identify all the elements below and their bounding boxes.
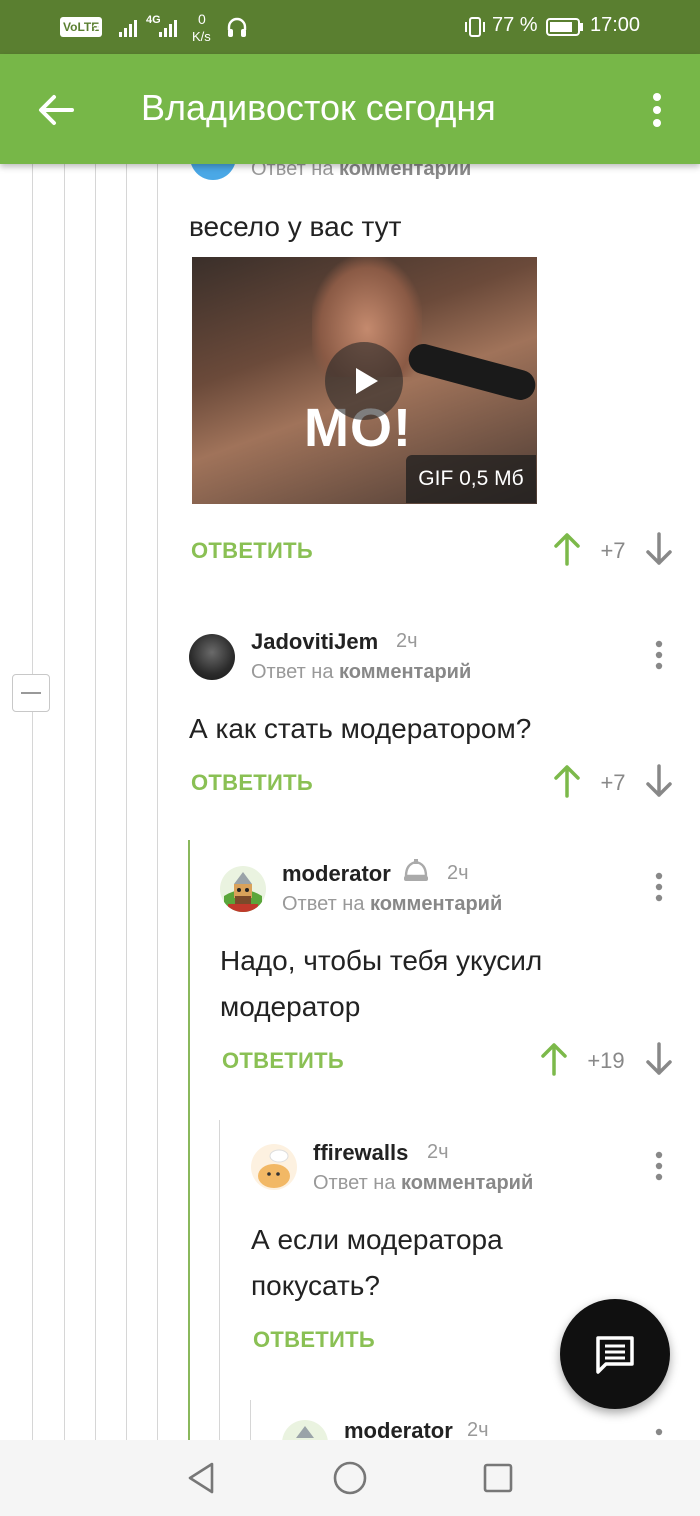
- avatar[interactable]: [251, 1144, 297, 1190]
- comment-text: А если модератора покусать?: [251, 1217, 503, 1309]
- upvote-icon[interactable]: [553, 764, 581, 798]
- comment-score: +7: [600, 770, 626, 795]
- thread-line: [32, 164, 33, 1440]
- thread-line: [219, 1120, 220, 1440]
- comment-more-icon[interactable]: [655, 640, 663, 670]
- comment-text-line: Надо, чтобы тебя укусил: [220, 945, 543, 976]
- play-icon[interactable]: [325, 342, 403, 420]
- reply-to-link[interactable]: комментарий: [339, 661, 471, 683]
- reply-button[interactable]: ОТВЕТИТЬ: [222, 1048, 344, 1074]
- comment-text-line: модератор: [220, 991, 361, 1022]
- downvote-icon[interactable]: [645, 1042, 673, 1076]
- system-nav-bar: [0, 1440, 700, 1516]
- moderator-helmet-icon: [404, 859, 428, 881]
- comment-author[interactable]: moderator: [344, 1418, 453, 1440]
- avatar[interactable]: [190, 164, 236, 180]
- avatar[interactable]: [220, 866, 266, 912]
- reply-to-line: Ответ на комментарий: [313, 1172, 534, 1194]
- comment-author[interactable]: JadovitiJem: [251, 629, 378, 655]
- comment-text-line: А если модератора: [251, 1224, 503, 1255]
- upvote-icon[interactable]: [553, 532, 581, 566]
- comment-more-icon[interactable]: [655, 872, 663, 902]
- gif-size-badge: GIF 0,5 Мб: [406, 455, 536, 503]
- reply-button[interactable]: ОТВЕТИТЬ: [253, 1327, 375, 1353]
- sim-number: 2: [92, 22, 99, 36]
- circle-home-icon[interactable]: [332, 1460, 368, 1496]
- downvote-icon[interactable]: [645, 532, 673, 566]
- reply-to-link[interactable]: комментарий: [370, 893, 502, 915]
- more-vert-icon[interactable]: [650, 92, 664, 128]
- status-bar: VoLTE 2 4G 0 K/s 77 % 17:00: [0, 0, 700, 54]
- comment-time: 2ч: [467, 1419, 489, 1440]
- net-speed-value: 0: [198, 11, 206, 27]
- reply-to-line: Ответ на комментарий: [282, 893, 503, 915]
- comment-time: 2ч: [447, 862, 469, 884]
- collapse-thread-button[interactable]: [12, 674, 50, 712]
- avatar[interactable]: [282, 1420, 328, 1440]
- net-speed-unit: K/s: [192, 29, 211, 44]
- active-thread-line: [188, 840, 190, 1440]
- comment-time: 2ч: [396, 630, 418, 652]
- comment-author[interactable]: moderator: [282, 861, 391, 887]
- thread-line: [157, 164, 158, 1440]
- battery-percent: 77 %: [492, 14, 538, 36]
- thread-line: [64, 164, 65, 1440]
- downvote-icon[interactable]: [645, 764, 673, 798]
- comment-thread: Ответ на комментарии весело у вас тут MO…: [0, 164, 700, 1440]
- reply-to-link[interactable]: комментарий: [401, 1172, 533, 1194]
- avatar[interactable]: [189, 634, 235, 680]
- comment-more-icon[interactable]: [655, 1428, 663, 1440]
- page-title: Владивосток сегодня: [141, 87, 496, 128]
- reply-button[interactable]: ОТВЕТИТЬ: [191, 538, 313, 564]
- reply-to-line: Ответ на комментарии: [251, 164, 471, 181]
- write-comment-fab[interactable]: [560, 1299, 670, 1409]
- comment-author[interactable]: ffirewalls: [313, 1140, 408, 1166]
- comment-text: А как стать модератором?: [189, 713, 532, 744]
- app-bar: Владивосток сегодня: [0, 54, 700, 164]
- clock: 17:00: [590, 14, 641, 36]
- reply-to-link[interactable]: комментарии: [339, 164, 471, 180]
- back-arrow-icon[interactable]: [36, 90, 76, 130]
- reply-to-line: Ответ на комментарий: [251, 661, 472, 683]
- vibrate-icon: [465, 17, 485, 37]
- thread-line: [126, 164, 127, 1440]
- gif-attachment[interactable]: MO! GIF 0,5 Мб: [192, 257, 537, 504]
- signal-icon: [119, 20, 137, 37]
- thread-line: [250, 1400, 251, 1440]
- comment-more-icon[interactable]: [655, 1151, 663, 1181]
- comment-score: +7: [600, 538, 626, 563]
- comment-text: Надо, чтобы тебя укусил модератор: [220, 938, 542, 1030]
- headphones-icon: [227, 17, 247, 37]
- square-recents-icon[interactable]: [482, 1462, 514, 1494]
- reply-button[interactable]: ОТВЕТИТЬ: [191, 770, 313, 796]
- comment-score: +19: [587, 1048, 625, 1073]
- upvote-icon[interactable]: [540, 1042, 568, 1076]
- comment-time: 2ч: [427, 1141, 449, 1163]
- triangle-back-icon[interactable]: [184, 1460, 218, 1496]
- battery-icon: [546, 18, 583, 36]
- signal-icon-2: [159, 20, 177, 37]
- comment-text-line: покусать?: [251, 1270, 380, 1301]
- comment-text: весело у вас тут: [189, 211, 402, 242]
- thread-line: [95, 164, 96, 1440]
- comment-icon: [596, 1336, 634, 1374]
